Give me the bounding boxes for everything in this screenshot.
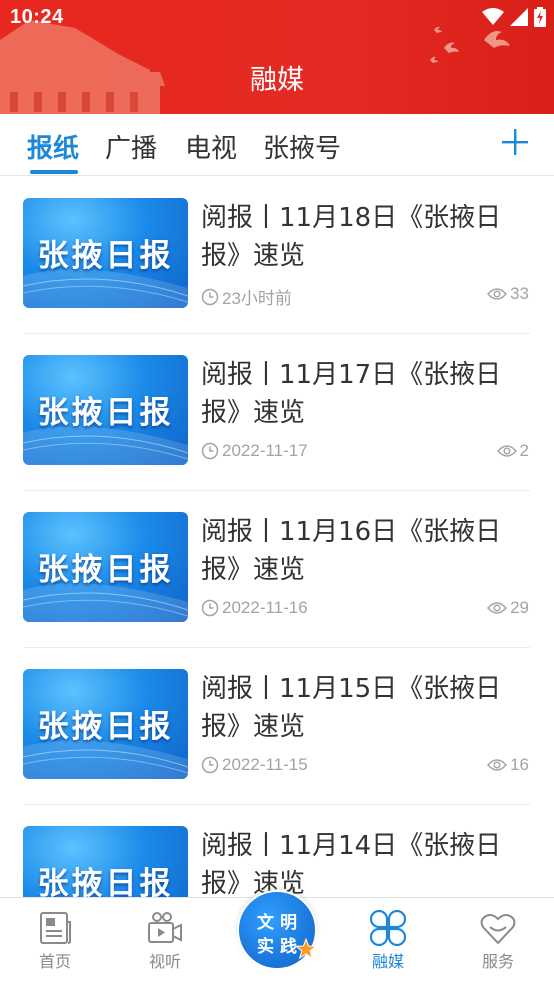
clock-icon	[201, 599, 219, 617]
status-bar: 10:24	[0, 0, 554, 38]
star-icon	[295, 938, 317, 960]
category-tabs: 报纸 广播 电视 张掖号	[0, 114, 554, 176]
eye-icon	[496, 445, 517, 457]
news-title: 阅报丨11月16日《张掖日报》速览	[201, 517, 502, 585]
news-list: 张掖日报 阅报丨11月18日《张掖日报》速览 23小时前 33 张掖日报 阅报丨…	[0, 177, 554, 897]
view-count-text: 2	[519, 441, 529, 460]
nav-label: 视听	[148, 952, 181, 971]
clover-grid-icon	[370, 910, 406, 946]
view-count: 33	[487, 284, 529, 304]
nav-services[interactable]: 服务	[443, 898, 553, 985]
news-meta: 2022-11-17 2	[201, 441, 531, 465]
news-thumbnail: 张掖日报	[23, 512, 188, 622]
news-thumbnail: 张掖日报	[23, 355, 188, 465]
view-count-text: 29	[510, 598, 529, 617]
newspaper-icon	[40, 912, 71, 944]
nav-rongmei[interactable]: 融媒	[333, 898, 443, 985]
nav-audio-video[interactable]: 视听	[110, 898, 220, 985]
news-title: 阅报丨11月15日《张掖日报》速览	[201, 674, 502, 742]
status-icons	[482, 7, 546, 27]
nav-home[interactable]: 首页	[0, 898, 110, 985]
nav-label: 首页	[38, 952, 71, 971]
page-title: 融媒	[250, 65, 304, 96]
news-meta: 2022-11-16 29	[201, 598, 531, 622]
add-channel-icon[interactable]	[502, 129, 528, 155]
badge-text-line1: 文明	[257, 913, 303, 933]
battery-charging-icon	[534, 7, 546, 27]
thumbnail-label: 张掖日报	[37, 552, 174, 588]
clock-icon	[201, 288, 219, 305]
list-item[interactable]: 张掖日报 阅报丨11月15日《张掖日报》速览 2022-11-15 16	[0, 648, 554, 805]
wifi-icon	[482, 8, 504, 25]
tab-radio[interactable]: 广播	[105, 128, 157, 165]
view-count: 2	[496, 441, 529, 461]
news-thumbnail: 张掖日报	[23, 669, 188, 779]
publish-time: 2022-11-16	[201, 598, 308, 618]
nav-label: 服务	[481, 952, 514, 971]
status-time: 10:24	[10, 6, 64, 28]
publish-time: 2022-11-17	[201, 441, 308, 461]
news-title: 阅报丨11月18日《张掖日报》速览	[201, 203, 502, 271]
publish-time-text: 2022-11-15	[222, 755, 308, 774]
view-count-text: 16	[510, 755, 529, 774]
eye-icon	[487, 759, 508, 771]
thumbnail-label: 张掖日报	[37, 238, 174, 274]
thumbnail-label: 张掖日报	[37, 395, 174, 431]
civilization-practice-button[interactable]: 文明 实践	[237, 890, 317, 970]
nav-label: 融媒	[371, 952, 404, 971]
view-count: 16	[487, 755, 529, 775]
publish-time-text: 2022-11-17	[222, 441, 308, 460]
thumbnail-label: 张掖日报	[37, 709, 174, 745]
view-count-text: 33	[510, 284, 529, 303]
list-item[interactable]: 张掖日报 阅报丨11月16日《张掖日报》速览 2022-11-16 29	[0, 491, 554, 648]
news-meta: 2022-11-15 16	[201, 755, 531, 779]
clock-icon	[201, 442, 219, 460]
heart-service-icon	[480, 914, 516, 945]
app-header: 10:24 融媒	[0, 0, 554, 114]
eye-icon	[487, 288, 508, 300]
tab-tv[interactable]: 电视	[185, 128, 237, 165]
list-item[interactable]: 张掖日报 阅报丨11月14日《张掖日报》速览	[0, 805, 554, 897]
eye-icon	[487, 602, 508, 614]
publish-time: 23小时前	[201, 284, 292, 309]
publish-time: 2022-11-15	[201, 755, 308, 775]
tab-newspaper[interactable]: 报纸	[27, 128, 79, 165]
video-camera-icon	[148, 912, 182, 943]
news-title: 阅报丨11月14日《张掖日报》速览	[201, 831, 502, 897]
list-item[interactable]: 张掖日报 阅报丨11月18日《张掖日报》速览 23小时前 33	[0, 177, 554, 334]
publish-time-text: 23小时前	[222, 289, 292, 308]
signal-icon	[510, 8, 528, 26]
view-count: 29	[487, 598, 529, 618]
tab-zhangye-hao[interactable]: 张掖号	[263, 128, 341, 165]
news-thumbnail: 张掖日报	[23, 198, 188, 308]
active-tab-indicator	[30, 170, 78, 174]
news-title: 阅报丨11月17日《张掖日报》速览	[201, 360, 502, 428]
clock-icon	[201, 756, 219, 774]
publish-time-text: 2022-11-16	[222, 598, 308, 617]
list-item[interactable]: 张掖日报 阅报丨11月17日《张掖日报》速览 2022-11-17 2	[0, 334, 554, 491]
news-thumbnail: 张掖日报	[23, 826, 188, 897]
thumbnail-label: 张掖日报	[37, 866, 174, 897]
news-meta: 23小时前 33	[201, 284, 531, 308]
